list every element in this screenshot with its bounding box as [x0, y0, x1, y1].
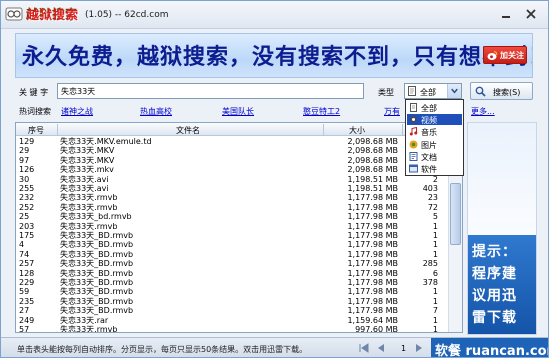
dropdown-option-label: 全部 — [421, 104, 437, 113]
type-label: 类型 — [378, 88, 394, 97]
document-icon — [410, 103, 417, 112]
table-row[interactable]: 57 失恋33天.rmvb 997.60 MB 1 — [16, 325, 448, 333]
hot-link[interactable]: 诸神之战 — [61, 106, 93, 117]
type-selected-value: 全部 — [420, 88, 436, 97]
search-button[interactable]: 搜索(S) — [470, 82, 533, 100]
hot-link[interactable]: 热血高校 — [140, 106, 172, 117]
image-icon — [409, 140, 418, 149]
column-header-size[interactable]: 大小 — [349, 125, 365, 136]
ad-tip-box: 提示： 程序建 议用迅 雷下载 — [468, 235, 536, 334]
column-header-row: 序号 文件名 大小 — [16, 123, 448, 136]
music-note-icon — [409, 127, 418, 136]
hot-link[interactable]: 美国队长 — [222, 106, 254, 117]
cell-id: 57 — [19, 325, 30, 333]
hot-link[interactable]: 憨豆特工2 — [303, 106, 340, 117]
column-divider[interactable] — [402, 124, 403, 135]
keyword-label: 关 键 字 — [19, 88, 49, 97]
results-list[interactable]: 序号 文件名 大小 129 失恋33天.MKV.emule.td 2,098.68 … — [15, 122, 463, 333]
hot-words-label: 热词搜索 — [19, 107, 51, 116]
site-watermark: 软餐 ruancan.com — [431, 338, 548, 357]
app-name: 越狱搜索 — [27, 8, 80, 22]
document-icon — [408, 86, 416, 96]
prev-page-icon[interactable] — [375, 342, 387, 354]
banner-slogan: 永久免费，越狱搜索，没有搜索不到，只有想不到！ — [22, 45, 533, 70]
type-dropdown-menu[interactable]: 全部视频音乐图片文档软件 — [405, 99, 464, 176]
search-button-label: 搜索(S) — [493, 88, 521, 97]
app-logo-icon — [5, 7, 23, 21]
app-version: (1.05) -- 62cd.com — [85, 10, 169, 20]
dropdown-option[interactable]: 软件 — [407, 163, 462, 174]
software-icon — [409, 164, 418, 173]
cell-size: 997.60 MB — [355, 325, 398, 333]
title-bar[interactable]: 越狱搜索 (1.05) -- 62cd.com — [1, 1, 548, 29]
chevron-down-icon[interactable] — [447, 84, 461, 98]
dropdown-option-label: 视频 — [421, 116, 437, 126]
follow-button[interactable]: 加关注 — [483, 46, 527, 64]
weibo-icon — [487, 51, 498, 60]
dropdown-option-label: 软件 — [421, 165, 437, 174]
keyword-input[interactable] — [57, 83, 364, 99]
page-number: 1 — [401, 344, 407, 353]
dropdown-option-label: 音乐 — [421, 128, 437, 138]
first-page-icon[interactable] — [358, 342, 370, 354]
column-divider[interactable] — [57, 124, 58, 135]
ad-tip-line: 雷下载 — [472, 310, 517, 326]
follow-label: 加关注 — [500, 51, 524, 60]
close-icon[interactable] — [526, 9, 536, 19]
banner-ad[interactable]: 永久免费，越狱搜索，没有搜索不到，只有想不到！ 加关注 — [15, 33, 533, 78]
status-hint: 单击表头能按每列自动排序。分页显示，每页只显示50条结果。双击用迅雷下载。 — [17, 345, 308, 354]
minimize-icon[interactable] — [501, 9, 511, 19]
app-window: 越狱搜索 (1.05) -- 62cd.com 永久免费，越狱搜索，没有搜索不到… — [0, 0, 549, 358]
ad-tip-line: 程序建 — [472, 266, 517, 282]
ad-tip-line: 议用迅 — [472, 288, 517, 304]
dropdown-option-label: 图片 — [421, 140, 437, 150]
ad-image-area — [468, 123, 536, 223]
column-divider[interactable] — [323, 124, 324, 135]
cell-count: 1 — [432, 325, 438, 333]
dropdown-option[interactable]: 音乐 — [407, 126, 462, 137]
scrollbar-thumb[interactable] — [450, 183, 461, 245]
dropdown-option[interactable]: 图片 — [407, 139, 462, 150]
dropdown-option[interactable]: 视频 — [407, 114, 462, 126]
column-header-id[interactable]: 序号 — [28, 125, 44, 136]
side-ad-panel[interactable]: 提示： 程序建 议用迅 雷下载 — [467, 122, 537, 335]
search-icon — [475, 86, 486, 97]
dropdown-option-label: 文档 — [421, 152, 437, 162]
more-link[interactable]: 更多... — [471, 106, 495, 117]
ad-tip-line: 提示： — [472, 244, 517, 260]
type-select[interactable]: 全部 — [404, 83, 462, 99]
text-document-icon — [409, 151, 418, 161]
column-header-filename[interactable]: 文件名 — [176, 125, 200, 136]
cell-filename: 失恋33天.rmvb — [60, 325, 118, 333]
dropdown-option[interactable]: 全部 — [407, 102, 462, 113]
video-icon — [409, 115, 418, 124]
next-page-icon[interactable] — [413, 342, 425, 354]
hot-link[interactable]: 万有 — [384, 106, 400, 117]
dropdown-option[interactable]: 文档 — [407, 151, 462, 162]
